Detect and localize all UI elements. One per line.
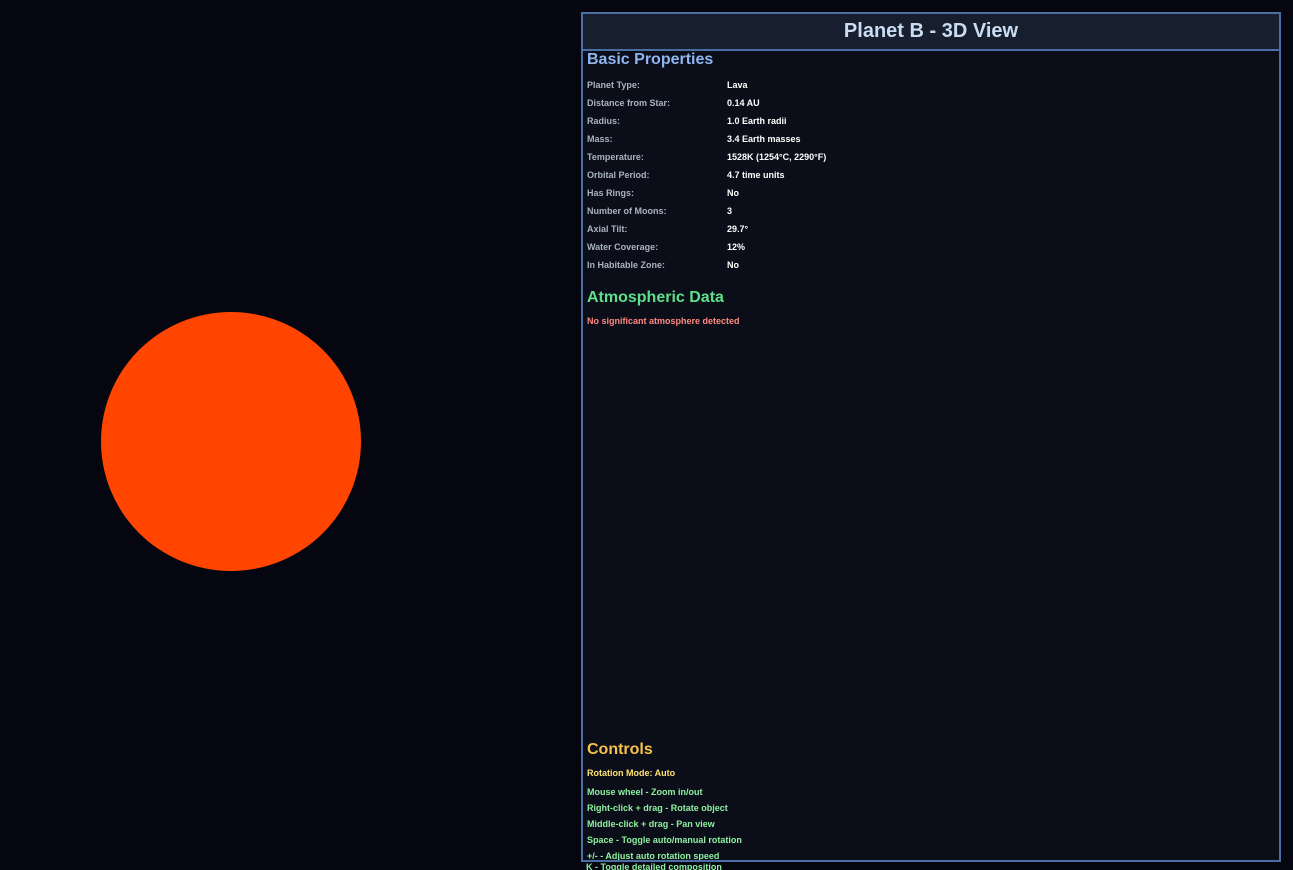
property-value: 3.4 Earth masses [727, 134, 801, 144]
property-label: Orbital Period: [587, 170, 650, 180]
property-label: Water Coverage: [587, 242, 659, 252]
property-value: 0.14 AU [727, 98, 760, 108]
property-label: In Habitable Zone: [587, 260, 666, 270]
property-row: Axial Tilt: 29.7° [587, 220, 826, 238]
controls-heading: Controls [587, 741, 653, 758]
property-row: Has Rings: No [587, 184, 826, 202]
basic-properties-list: Planet Type: Lava Distance from Star: 0.… [587, 76, 826, 274]
property-row: Mass: 3.4 Earth masses [587, 130, 826, 148]
property-value: 12% [727, 242, 746, 252]
property-value: 4.7 time units [727, 170, 785, 180]
property-label: Distance from Star: [587, 98, 671, 108]
property-value: 29.7° [727, 224, 749, 234]
property-label: Radius: [587, 116, 621, 126]
property-value: 3 [727, 206, 733, 216]
property-label: Mass: [587, 134, 613, 144]
property-value: Lava [727, 80, 748, 90]
property-row: Planet Type: Lava [587, 76, 826, 94]
property-row: Number of Moons: 3 [587, 202, 826, 220]
property-label: Temperature: [587, 152, 644, 162]
panel-header: Planet B - 3D View [583, 14, 1279, 51]
property-value: No [727, 260, 739, 270]
property-row: Distance from Star: 0.14 AU [587, 94, 826, 112]
property-label: Number of Moons: [587, 206, 667, 216]
property-row: Orbital Period: 4.7 time units [587, 166, 826, 184]
atmospheric-data-heading: Atmospheric Data [587, 289, 724, 306]
info-panel: Planet B - 3D View Basic Properties Plan… [581, 12, 1281, 862]
property-label: Has Rings: [587, 188, 635, 198]
basic-properties-heading: Basic Properties [587, 51, 714, 68]
property-value: 1.0 Earth radii [727, 116, 787, 126]
control-hint: +/- - Adjust auto rotation speed [587, 851, 720, 861]
property-row: Temperature: 1528K (1254°C, 2290°F) [587, 148, 826, 166]
planet-sphere[interactable] [101, 312, 361, 571]
control-hint-overflow: K - Toggle detailed composition [586, 862, 722, 870]
controls-list: Mouse wheel - Zoom in/out Right-click + … [587, 784, 742, 861]
control-hint: Mouse wheel - Zoom in/out [587, 787, 703, 797]
property-value: No [727, 188, 739, 198]
property-row: Radius: 1.0 Earth radii [587, 112, 826, 130]
property-label: Axial Tilt: [587, 224, 628, 234]
control-hint: Middle-click + drag - Pan view [587, 819, 715, 829]
panel-title: Planet B - 3D View [843, 20, 1019, 42]
3d-viewport[interactable] [0, 0, 580, 870]
control-hint: Right-click + drag - Rotate object [587, 803, 728, 813]
app-window: Planet B - 3D View Basic Properties Plan… [0, 0, 1293, 870]
property-label: Planet Type: [587, 80, 640, 90]
control-hint: Space - Toggle auto/manual rotation [587, 835, 742, 845]
property-value: 1528K (1254°C, 2290°F) [727, 152, 827, 162]
property-row: In Habitable Zone: No [587, 256, 826, 274]
atmosphere-note: No significant atmosphere detected [587, 316, 740, 326]
rotation-mode-status: Rotation Mode: Auto [587, 768, 676, 778]
property-row: Water Coverage: 12% [587, 238, 826, 256]
